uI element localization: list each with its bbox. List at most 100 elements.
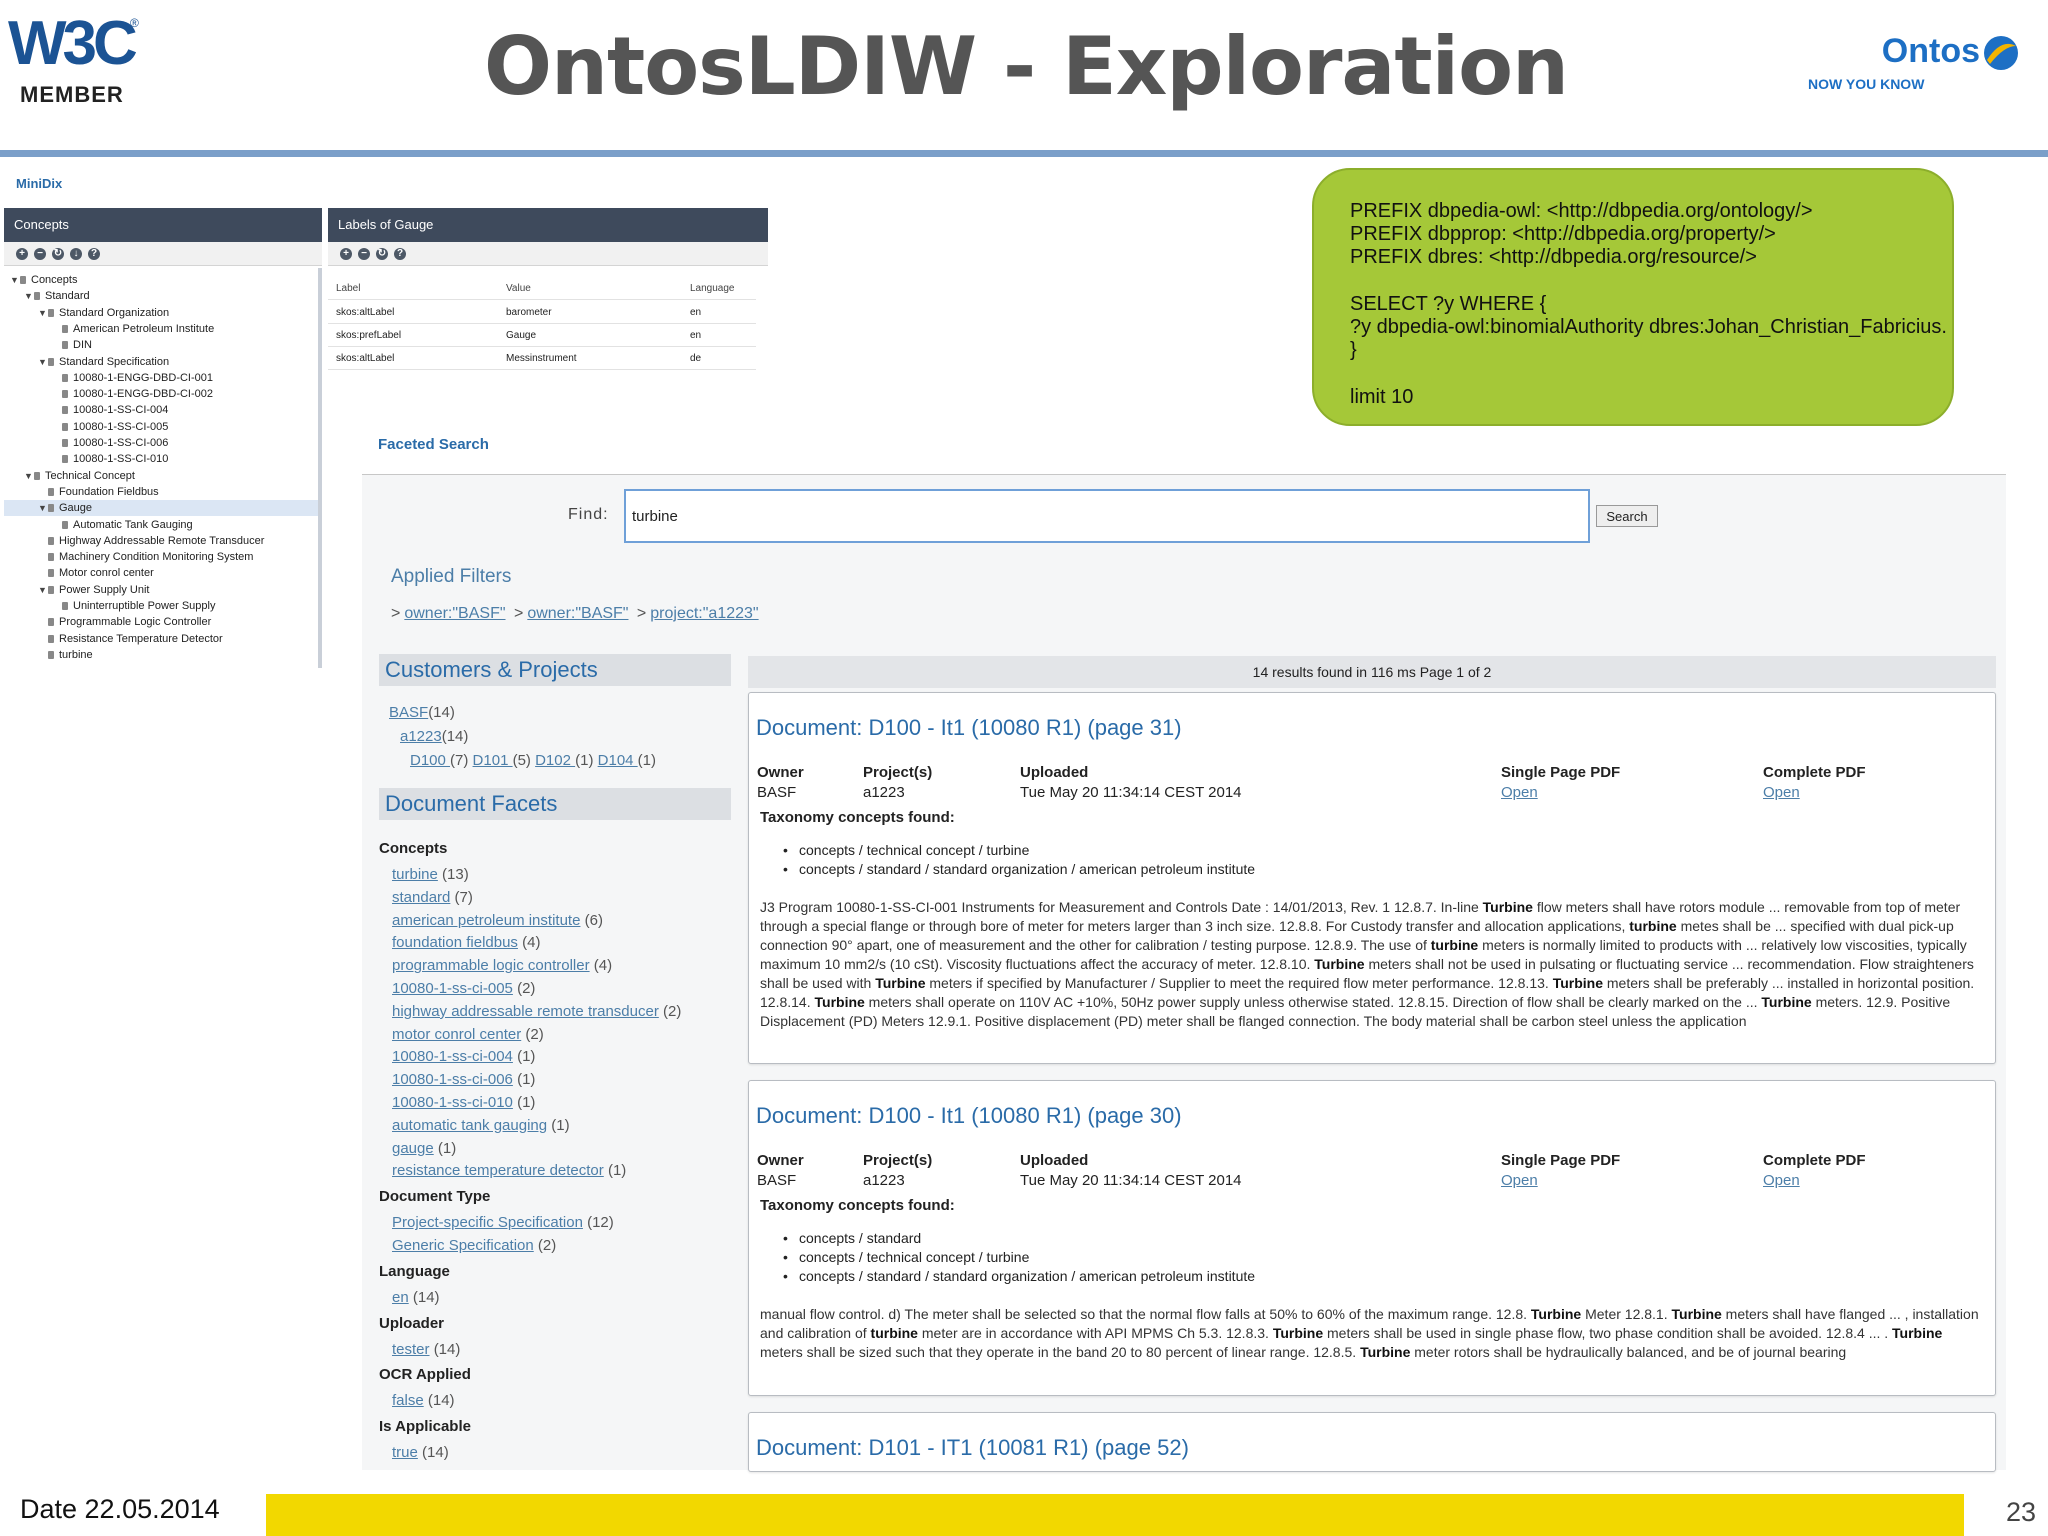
tree-item[interactable]: American Petroleum Institute [52,321,214,337]
facet-item-link[interactable]: highway addressable remote transducer [392,1003,659,1020]
remove-icon[interactable]: − [358,247,370,260]
document-link[interactable]: D101 [473,752,513,769]
tree-item[interactable]: Foundation Fieldbus [38,484,159,500]
facet-item: automatic tank gauging (1) [392,1117,570,1134]
tree-item[interactable]: Highway Addressable Remote Transducer [38,533,264,549]
tree-toggle-icon[interactable]: ▼ [38,582,48,598]
tree-toggle-icon[interactable]: ▼ [24,468,34,484]
facet-item: 10080-1-ss-ci-010 (1) [392,1094,535,1111]
facet-item-link[interactable]: 10080-1-ss-ci-004 [392,1048,513,1065]
tree-item[interactable]: 10080-1-ENGG-DBD-CI-002 [52,386,213,402]
facet-item-link[interactable]: motor conrol center [392,1026,521,1043]
applied-filter-link[interactable]: owner:"BASF" [527,605,628,622]
facet-item-link[interactable]: foundation fieldbus [392,934,518,951]
taxonomy-title: Taxonomy concepts found: [760,809,955,826]
customer-facet-link[interactable]: BASF [389,704,428,721]
facet-item-link[interactable]: tester [392,1341,430,1358]
tree-toggle-icon[interactable]: ▼ [38,354,48,370]
tree-item[interactable]: Programmable Logic Controller [38,614,211,630]
refresh-icon[interactable]: ↻ [52,247,64,260]
tree-item[interactable]: 10080-1-ENGG-DBD-CI-001 [52,370,213,386]
node-icon [62,439,68,447]
tree-item[interactable]: ▼ Concepts [10,272,77,288]
tree-item[interactable]: ▼ Power Supply Unit [38,582,150,598]
refresh-icon[interactable]: ↻ [376,247,388,260]
project-facet-link[interactable]: a1223 [400,728,442,745]
labels-grid-row[interactable]: skos:prefLabel Gauge en [328,325,756,347]
search-input[interactable] [624,489,1590,543]
document-link[interactable]: D100 [410,752,450,769]
facet-item-link[interactable]: programmable logic controller [392,957,590,974]
facet-item-link[interactable]: true [392,1444,418,1461]
tree-item[interactable]: ▼ Standard [24,288,90,304]
facet-item-link[interactable]: 10080-1-ss-ci-005 [392,980,513,997]
applied-filter-link[interactable]: project:"a1223" [650,605,758,622]
add-icon[interactable]: + [16,247,28,260]
document-link[interactable]: D104 [598,752,638,769]
sparql-line [1350,362,1952,386]
node-icon [62,455,68,464]
sparql-line: } [1350,339,1357,361]
facet-item-link[interactable]: Project-specific Specification [392,1214,583,1231]
node-icon [20,276,26,284]
labels-grid-row[interactable]: skos:altLabel Messinstrument de [328,348,756,370]
facet-item-link[interactable]: 10080-1-ss-ci-010 [392,1094,513,1111]
result-title-link[interactable]: Document: D100 - It1 (10080 R1) (page 31… [756,715,1182,741]
facet-item-link[interactable]: turbine [392,866,438,883]
uploaded-label: Uploaded [1020,764,1089,781]
single-pdf-open-link[interactable]: Open [1501,784,1538,801]
tree-item[interactable]: 10080-1-SS-CI-004 [52,402,168,418]
tree-item[interactable]: 10080-1-SS-CI-005 [52,419,168,435]
tree-item[interactable]: ▼ Standard Specification [38,354,169,370]
sparql-line: PREFIX dbpedia-owl: <http://dbpedia.org/… [1350,200,1813,222]
facet-item-link[interactable]: automatic tank gauging [392,1117,547,1134]
complete-pdf-open-link[interactable]: Open [1763,784,1800,801]
tree-item[interactable]: Machinery Condition Monitoring System [38,549,253,565]
tree-toggle-icon[interactable]: ▼ [24,288,34,304]
tree-item[interactable]: Resistance Temperature Detector [38,631,223,647]
tree-item[interactable]: turbine [38,647,93,663]
tree-item[interactable]: DIN [52,337,92,353]
snippet-text: meter rotors shall be hydraulically bala… [1410,1344,1847,1360]
tree-item[interactable]: 10080-1-SS-CI-010 [52,451,168,467]
snippet-text: J3 Program 10080-1-SS-CI-001 Instruments… [760,899,1483,915]
facet-item-link[interactable]: en [392,1289,409,1306]
add-icon[interactable]: + [340,247,352,260]
tree-toggle-icon[interactable]: ▼ [38,305,48,321]
facet-item-link[interactable]: Generic Specification [392,1237,534,1254]
search-button[interactable]: Search [1596,505,1658,527]
facet-item-link[interactable]: american petroleum institute [392,912,580,929]
facet-item-link[interactable]: resistance temperature detector [392,1162,604,1179]
tree-item-label: Foundation Fieldbus [59,485,159,498]
tree-toggle-icon[interactable]: ▼ [10,272,20,288]
download-icon[interactable]: ↓ [70,247,82,260]
highlighted-term: Turbine [1272,1325,1324,1341]
tree-item[interactable]: Motor conrol center [38,565,154,581]
remove-icon[interactable]: − [34,247,46,260]
tree-toggle-icon[interactable]: ▼ [38,500,48,516]
ontos-tagline: NOW YOU KNOW [1808,76,1925,92]
facet-item-link[interactable]: gauge [392,1140,434,1157]
tree-item[interactable]: ▼ Standard Organization [38,305,169,321]
result-title-link[interactable]: Document: D100 - It1 (10080 R1) (page 30… [756,1103,1182,1129]
help-icon[interactable]: ? [88,247,100,260]
tree-item[interactable]: Uninterruptible Power Supply [52,598,215,614]
complete-pdf-open-link[interactable]: Open [1763,1172,1800,1189]
single-pdf-meta: Single Page PDF Open [1501,763,1620,803]
tree-item[interactable]: 10080-1-SS-CI-006 [52,435,168,451]
facet-item-link[interactable]: false [392,1392,424,1409]
highlighted-term: Turbine [875,975,926,991]
labels-grid-row[interactable]: skos:altLabel barometer en [328,302,756,324]
help-icon[interactable]: ? [394,247,406,260]
tree-item[interactable]: ▼ Technical Concept [24,468,135,484]
single-pdf-open-link[interactable]: Open [1501,1172,1538,1189]
tree-item[interactable]: ▼ Gauge [4,500,318,517]
document-link[interactable]: D102 [535,752,575,769]
tree-item[interactable]: Automatic Tank Gauging [52,517,193,533]
facet-item-link[interactable]: standard [392,889,450,906]
facet-item: standard (7) [392,889,473,906]
applied-filter-link[interactable]: owner:"BASF" [404,605,505,622]
facet-item-link[interactable]: 10080-1-ss-ci-006 [392,1071,513,1088]
result-title-link[interactable]: Document: D101 - IT1 (10081 R1) (page 52… [756,1435,1189,1461]
owner-value: BASF [757,784,797,801]
